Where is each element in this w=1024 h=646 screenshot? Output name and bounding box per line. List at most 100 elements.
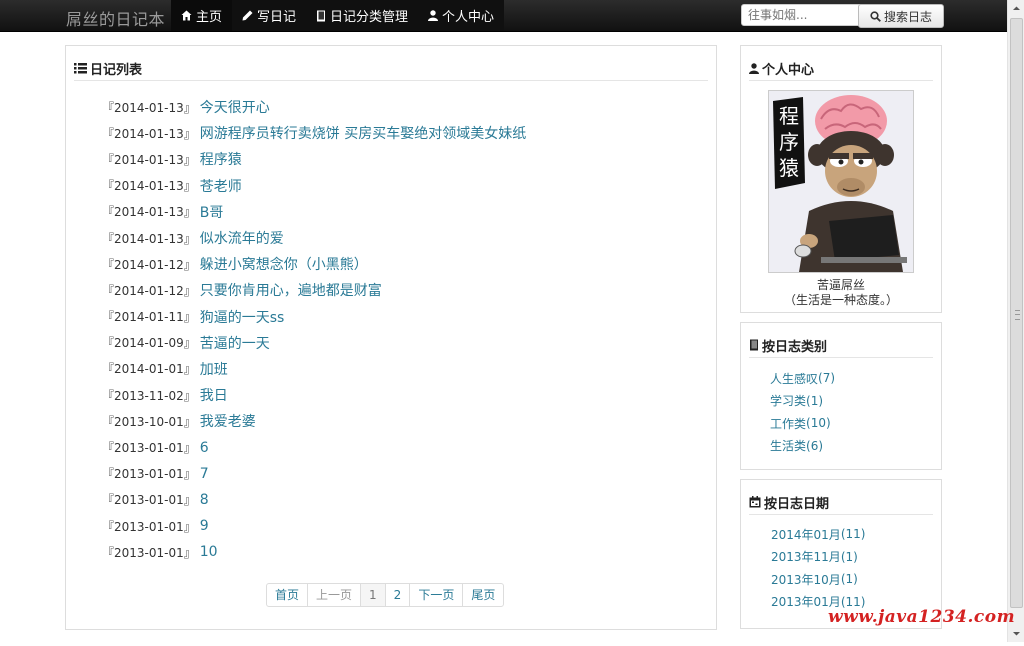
list-item: 『2014-01-13』 似水流年的爱: [102, 225, 526, 251]
diary-date: 『2013-01-01』: [102, 467, 196, 482]
list-item: 『2014-01-13』 程序猿: [102, 146, 526, 172]
search-button-label: 搜索日志: [883, 9, 932, 24]
list-item: 『2013-01-01』 7: [102, 461, 526, 487]
diary-title-link[interactable]: 我爱老婆: [200, 411, 256, 431]
last-page-button[interactable]: 尾页: [462, 584, 503, 606]
date-name: 2013年10月: [771, 572, 841, 587]
panel-title: 日记列表: [90, 62, 143, 78]
list-item: 『2014-01-13』 苍老师: [102, 173, 526, 199]
date-item[interactable]: 2013年10月 (1): [771, 568, 865, 591]
nav-item-home[interactable]: 主页: [171, 0, 233, 31]
list-item: 『2013-01-01』 6: [102, 434, 526, 460]
date-count: (1): [840, 549, 858, 564]
diary-date: 『2013-01-01』: [102, 545, 196, 560]
diary-date: 『2013-11-02』: [102, 388, 196, 403]
diary-title-link[interactable]: 加班: [200, 359, 228, 379]
list-item: 『2014-01-13』 网游程序员转行卖烧饼 买房买车娶绝对领域美女妹纸: [102, 120, 526, 146]
panel-heading: 日记列表: [74, 56, 708, 81]
user-icon: [428, 10, 439, 21]
diary-date: 『2014-01-01』: [102, 362, 196, 377]
profile-motto: （生活是一种态度。）: [783, 293, 898, 307]
diary-title-link[interactable]: 似水流年的爱: [200, 228, 284, 248]
nav-item-write[interactable]: 写日记: [232, 0, 306, 31]
diary-title-link[interactable]: 今天很开心: [200, 97, 270, 117]
diary-title-link[interactable]: 7: [200, 466, 209, 482]
next-page-button[interactable]: 下一页: [409, 584, 462, 606]
list-item: 『2013-11-02』 我日: [102, 382, 526, 408]
date-item[interactable]: 2014年01月 (11): [771, 523, 865, 546]
diary-title-link[interactable]: 程序猿: [200, 149, 242, 169]
page-scrollbar[interactable]: [1007, 0, 1024, 642]
date-name: 2014年01月: [771, 527, 841, 542]
panel-title: 个人中心: [762, 62, 815, 78]
category-item-life-sigh[interactable]: 人生感叹 (7): [770, 367, 835, 390]
nav-item-profile[interactable]: 个人中心: [418, 0, 504, 31]
nav-item-category-manage[interactable]: 日记分类管理: [306, 0, 418, 31]
category-count: (7): [818, 371, 836, 386]
diary-date: 『2014-01-13』: [102, 205, 196, 220]
diary-date: 『2013-01-01』: [102, 519, 196, 534]
nav-item-label: 个人中心: [442, 10, 495, 25]
site-brand[interactable]: 屌丝的日记本: [66, 6, 165, 30]
book-icon: [317, 10, 326, 21]
diary-date: 『2014-01-13』: [102, 152, 196, 167]
panel-heading: 按日志日期: [749, 490, 933, 515]
diary-title-link[interactable]: 9: [200, 518, 209, 534]
prev-page-button[interactable]: 上一页: [307, 584, 360, 606]
category-item-life[interactable]: 生活类 (6): [770, 435, 835, 458]
category-list: 人生感叹 (7) 学习类 (1) 工作类 (10) 生活类 (6): [770, 367, 835, 457]
search-input[interactable]: [741, 4, 863, 26]
category-name: 生活类: [770, 439, 807, 454]
first-page-button[interactable]: 首页: [267, 584, 307, 606]
diary-date: 『2014-01-13』: [102, 100, 196, 115]
list-item: 『2014-01-09』 苦逼的一天: [102, 330, 526, 356]
list-item: 『2014-01-01』 加班: [102, 356, 526, 382]
diary-date: 『2014-01-12』: [102, 257, 196, 272]
diary-title-link[interactable]: 6: [200, 440, 209, 456]
page-button-2[interactable]: 2: [384, 584, 410, 606]
diary-title-link[interactable]: 狗逼的一天ss: [200, 307, 285, 327]
category-item-work[interactable]: 工作类 (10): [770, 412, 835, 435]
calendar-icon: [749, 496, 761, 508]
monkey-programmer-illustration: 程 序 猿: [769, 91, 913, 272]
category-name: 学习类: [770, 394, 807, 409]
list-item: 『2013-01-01』 9: [102, 513, 526, 539]
category-name: 人生感叹: [770, 371, 819, 386]
user-icon: [749, 62, 759, 74]
diary-title-link[interactable]: 躲进小窝想念你（小黑熊）: [200, 254, 368, 274]
watermark: www.java1234.com: [828, 607, 1016, 627]
diary-title-link[interactable]: B哥: [200, 202, 224, 222]
diary-title-link[interactable]: 只要你肯用心，遍地都是财富: [200, 280, 382, 300]
scroll-down-button[interactable]: [1008, 625, 1024, 642]
diary-date: 『2014-01-13』: [102, 179, 196, 194]
diary-title-link[interactable]: 8: [200, 492, 209, 508]
search-button[interactable]: 搜索日志: [858, 4, 944, 28]
diary-date: 『2014-01-13』: [102, 231, 196, 246]
date-item[interactable]: 2013年11月 (1): [771, 546, 865, 569]
diary-title-link[interactable]: 网游程序员转行卖烧饼 买房买车娶绝对领域美女妹纸: [200, 123, 526, 143]
avatar-text-char: 序: [779, 130, 799, 154]
nav-item-label: 日记分类管理: [330, 10, 409, 25]
diary-title-link[interactable]: 我日: [200, 385, 228, 405]
page-button-1[interactable]: 1: [360, 584, 385, 606]
list-item: 『2014-01-13』 B哥: [102, 199, 526, 225]
category-count: (1): [806, 393, 824, 408]
panel-title: 按日志类别: [762, 339, 828, 355]
pagination: 首页 上一页 1 2 下一页 尾页: [266, 583, 505, 607]
category-item-study[interactable]: 学习类 (1): [770, 390, 835, 413]
diary-date: 『2014-01-09』: [102, 336, 196, 351]
diary-title-link[interactable]: 苦逼的一天: [200, 333, 270, 353]
list-item: 『2014-01-12』 躲进小窝想念你（小黑熊）: [102, 251, 526, 277]
diary-title-link[interactable]: 10: [200, 544, 218, 560]
profile-panel: 个人中心 程 序 猿 苦逼屌丝 （生活是一种态度。）: [740, 45, 942, 313]
category-count: (10): [806, 416, 831, 431]
main-nav: 主页 写日记 日记分类管理 个人中心: [171, 0, 505, 31]
scroll-up-button[interactable]: [1008, 0, 1024, 17]
search-icon: [870, 10, 881, 22]
diary-date: 『2014-01-11』: [102, 310, 196, 325]
scroll-thumb[interactable]: [1010, 18, 1023, 608]
list-icon: [74, 62, 87, 73]
date-count: (11): [840, 527, 866, 542]
list-item: 『2013-01-01』 8: [102, 487, 526, 513]
diary-title-link[interactable]: 苍老师: [200, 176, 242, 196]
